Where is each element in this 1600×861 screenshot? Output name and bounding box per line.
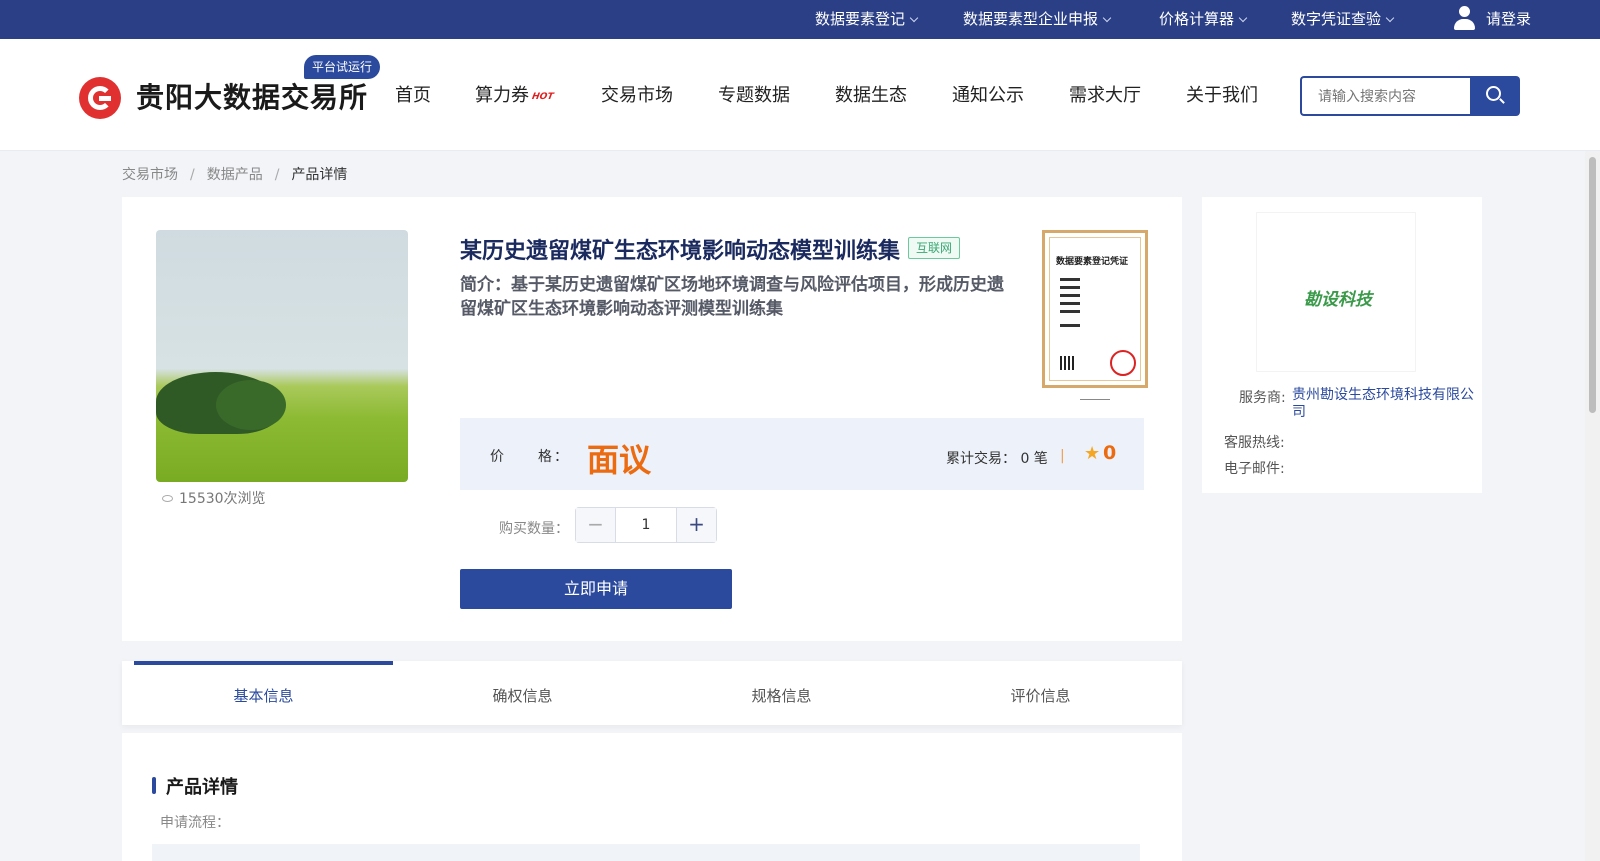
nav-home[interactable]: 首页 [395, 81, 431, 107]
info-tabs: 基本信息 确权信息 规格信息 评价信息 [122, 661, 1182, 725]
qr-code-icon [1060, 356, 1074, 370]
chevron-down-icon [1385, 13, 1395, 23]
hotline-row: 客服热线: [1224, 435, 1285, 451]
nav-about[interactable]: 关于我们 [1186, 81, 1258, 107]
nav-market[interactable]: 交易市场 [601, 81, 673, 107]
increment-button[interactable]: + [676, 508, 716, 542]
nav-ecosystem[interactable]: 数据生态 [835, 81, 907, 107]
eye-icon [162, 495, 173, 502]
seal-icon [1110, 350, 1136, 376]
topbar-data-registration[interactable]: 数据要素登记 [815, 0, 919, 39]
user-icon[interactable] [1452, 6, 1476, 32]
top-bar: 数据要素登记 数据要素型企业申报 价格计算器 数字凭证查验 请登录 [0, 0, 1600, 39]
price-label: 价 格： [490, 449, 570, 465]
chevron-down-icon [1102, 13, 1112, 23]
trade-count: 累计交易： 0 笔 [946, 451, 1048, 467]
view-count: 15530次浏览 [162, 488, 266, 508]
topbar-enterprise-declare[interactable]: 数据要素型企业申报 [963, 0, 1112, 39]
product-intro: 简介：基于某历史遗留煤矿区场地环境调查与风险评估项目，形成历史遗留煤矿区生态环境… [460, 275, 1004, 319]
search-box [1300, 76, 1472, 116]
rating-value: 0 [1103, 442, 1117, 464]
logo-text[interactable]: 贵阳大数据交易所 [136, 76, 368, 116]
scroll-thumb[interactable] [1589, 157, 1596, 413]
decrement-button[interactable]: − [576, 508, 616, 542]
flow-panel [152, 844, 1140, 861]
certificate-title: 数据要素登记凭证 [1056, 257, 1129, 267]
breadcrumb: 交易市场 / 数据产品 / 产品详情 [122, 167, 348, 183]
star-icon: ★ [1084, 443, 1101, 464]
product-image [156, 230, 408, 482]
section-title: 产品详情 [166, 777, 238, 798]
email-row: 电子邮件: [1224, 461, 1285, 477]
login-link[interactable]: 请登录 [1486, 0, 1531, 39]
tab-basic-info[interactable]: 基本信息 [134, 661, 393, 725]
provider-logo-text: 勘设科技 [1304, 290, 1372, 310]
registration-certificate[interactable]: 数据要素登记凭证 [1042, 230, 1148, 388]
quantity-stepper: − 1 + [575, 507, 717, 543]
search-button[interactable] [1470, 76, 1520, 116]
chevron-down-icon [1238, 13, 1248, 23]
nav-demand-hall[interactable]: 需求大厅 [1069, 81, 1141, 107]
tab-rights-info[interactable]: 确权信息 [393, 661, 652, 725]
topbar-price-calculator[interactable]: 价格计算器 [1159, 0, 1248, 39]
apply-button[interactable]: 立即申请 [460, 569, 732, 609]
price-value: 面议 [587, 441, 652, 479]
chevron-down-icon [909, 13, 919, 23]
product-title: 某历史遗留煤矿生态环境影响动态模型训练集 [460, 239, 901, 264]
tab-review-info[interactable]: 评价信息 [911, 661, 1170, 725]
trial-badge: 平台试运行 [304, 55, 381, 79]
provider-name-label: 服务商: [1239, 390, 1286, 406]
breadcrumb-current: 产品详情 [291, 167, 348, 183]
provider-name[interactable]: 贵州勘设生态环境科技有限公司 [1292, 387, 1474, 421]
main-header: 贵阳大数据交易所 平台试运行 首页 算力券 HOT 交易市场 专题数据 数据生态… [0, 39, 1600, 151]
quantity-label: 购买数量： [499, 521, 569, 537]
topbar-certificate-check[interactable]: 数字凭证查验 [1291, 0, 1395, 39]
quantity-input[interactable]: 1 [616, 508, 676, 542]
logo-icon[interactable] [79, 77, 121, 119]
nav-compute-voucher[interactable]: 算力券 [475, 81, 529, 107]
nav-topic-data[interactable]: 专题数据 [718, 81, 790, 107]
category-tag: 互联网 [908, 237, 961, 259]
breadcrumb-products[interactable]: 数据产品 [207, 167, 263, 183]
page-scrollbar[interactable] [1585, 151, 1600, 861]
search-input[interactable] [1302, 78, 1452, 114]
flow-label: 申请流程： [160, 815, 230, 831]
tab-spec-info[interactable]: 规格信息 [652, 661, 911, 725]
detail-section [122, 733, 1182, 861]
breadcrumb-market[interactable]: 交易市场 [122, 167, 178, 183]
hot-badge: HOT [531, 92, 555, 102]
nav-notices[interactable]: 通知公示 [952, 81, 1024, 107]
